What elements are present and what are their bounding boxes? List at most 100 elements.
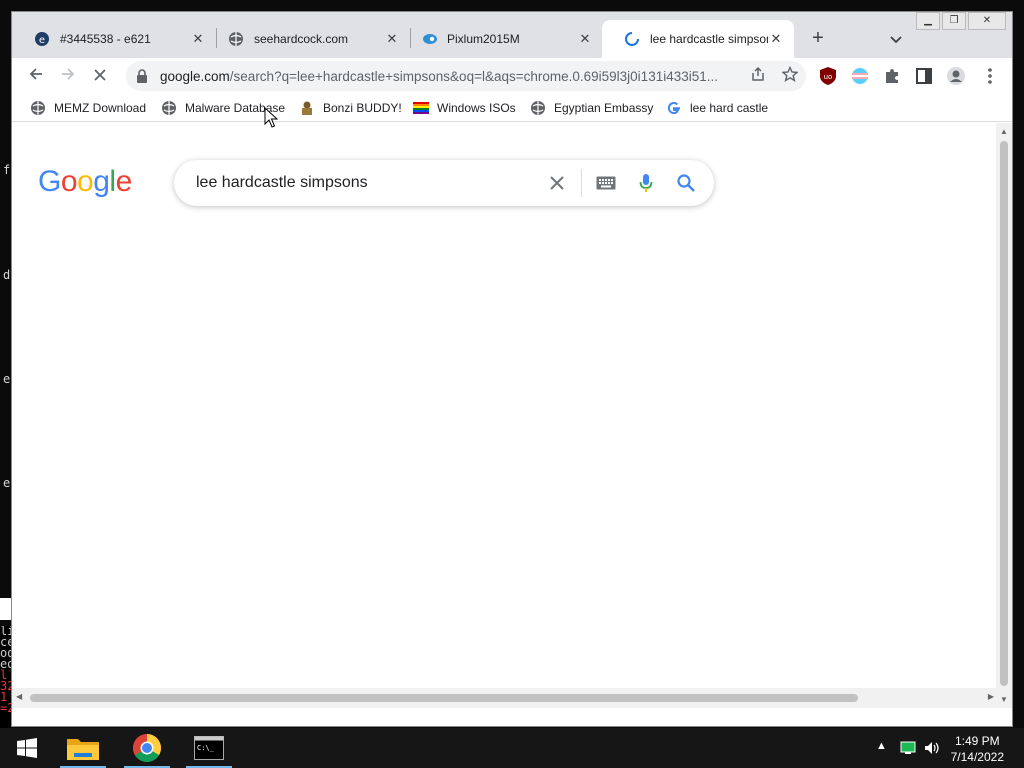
globe-icon [162, 101, 176, 115]
tab-title: Pixlum2015M [447, 32, 520, 46]
tab-close-icon[interactable]: ✕ [577, 31, 593, 47]
share-button[interactable] [742, 66, 774, 86]
search-box[interactable]: lee hardcastle simpsons [174, 160, 714, 206]
horizontal-scroll-thumb[interactable] [30, 694, 858, 702]
search-divider [581, 169, 582, 197]
side-panel-icon[interactable] [914, 66, 934, 86]
search-icon [677, 174, 695, 192]
show-hidden-icons-icon[interactable]: ▲ [876, 740, 887, 752]
share-icon [752, 66, 764, 81]
forward-button[interactable] [54, 62, 82, 90]
scroll-left-arrow-icon[interactable]: ◀ [16, 692, 22, 701]
tab-title: lee hardcastle simpsons [650, 32, 768, 46]
chrome-window: e #3445538 - e621 ✕ seehardcock.com ✕ Pi… [11, 11, 1013, 727]
svg-text:uo: uo [824, 73, 833, 81]
tab-title: #3445538 - e621 [60, 32, 151, 46]
taskbar-chrome[interactable] [120, 728, 174, 768]
new-tab-button[interactable]: + [804, 25, 832, 53]
windows-logo-icon [17, 738, 37, 758]
tab-search-button[interactable] [882, 25, 910, 53]
scroll-down-arrow-icon[interactable]: ▼ [996, 695, 1012, 704]
vertical-scroll-thumb[interactable] [1000, 141, 1008, 686]
globe-icon [229, 32, 243, 46]
e621-favicon-icon: e [35, 32, 49, 46]
rainbow-flag-icon [413, 102, 429, 114]
stop-loading-button[interactable] [86, 62, 114, 90]
desktop-text-fragment: f [3, 163, 11, 177]
clock-time: 1:49 PM [954, 734, 1000, 748]
globe-icon [531, 101, 545, 115]
desktop-text-fragment: e [3, 476, 11, 490]
scroll-right-arrow-icon[interactable]: ▶ [988, 692, 994, 701]
tab-google-search[interactable]: lee hardcastle simpsons ✕ [602, 20, 794, 58]
taskbar-command-prompt[interactable]: C:\_ [182, 728, 236, 768]
taskbar: C:\_ ▲ 1:49 PM 7/14/2022 [0, 728, 1024, 768]
tab-pixlum[interactable]: Pixlum2015M ✕ [399, 20, 603, 58]
ublock-origin-icon[interactable]: uo [818, 66, 838, 86]
tab-e621[interactable]: e #3445538 - e621 ✕ [12, 20, 216, 58]
system-clock[interactable]: 1:49 PM 7/14/2022 [951, 733, 1004, 765]
bookmark-star-button[interactable] [774, 65, 806, 86]
bookmark-windows-isos[interactable]: Windows ISOs [413, 98, 516, 118]
globe-icon [31, 101, 45, 115]
trans-flag-extension-icon[interactable] [850, 66, 870, 86]
page-content: Google lee hardcastle simpsons ◀ ▶ [12, 123, 998, 708]
google-logo[interactable]: Google [38, 165, 132, 199]
loading-spinner-icon [625, 32, 639, 46]
scroll-up-arrow-icon[interactable]: ▲ [996, 127, 1012, 136]
tab-close-icon[interactable]: ✕ [768, 31, 784, 47]
network-icon[interactable] [900, 741, 916, 755]
back-button[interactable] [22, 62, 50, 90]
tab-seehardcock[interactable]: seehardcock.com ✕ [206, 20, 410, 58]
tab-close-icon[interactable]: ✕ [384, 31, 400, 47]
search-input[interactable]: lee hardcastle simpsons [196, 174, 537, 192]
taskbar-file-explorer[interactable] [56, 728, 110, 768]
address-bar[interactable]: google.com/search?q=lee+hardcastle+simps… [126, 61, 806, 91]
chevron-down-icon [890, 36, 902, 44]
vertical-scrollbar[interactable]: ▲ ▼ [996, 123, 1012, 708]
bookmark-egyptian-embassy[interactable]: Egyptian Embassy [530, 98, 653, 118]
voice-search-button[interactable] [626, 163, 666, 203]
search-submit-button[interactable] [666, 163, 706, 203]
close-window-button[interactable]: ✕ [968, 12, 1006, 30]
bookmark-memz[interactable]: MEMZ Download [30, 98, 146, 118]
arrow-right-icon [62, 68, 75, 80]
command-prompt-icon: C:\_ [194, 736, 224, 760]
profile-avatar-icon[interactable] [946, 66, 966, 86]
bookmark-bonzi-buddy[interactable]: Bonzi BUDDY! [299, 98, 402, 118]
start-button[interactable] [0, 728, 54, 768]
lock-icon [137, 69, 147, 83]
tab-title: seehardcock.com [254, 32, 349, 46]
background-window-fragment [0, 598, 11, 620]
bookmarks-bar: MEMZ Download Malware Database Bonzi BUD… [12, 94, 1012, 122]
svg-text:e: e [39, 35, 45, 46]
arrow-left-icon [29, 68, 42, 80]
url-text: google.com/search?q=lee+hardcastle+simps… [160, 68, 718, 84]
desktop-text-fragment: d [3, 268, 11, 282]
kebab-menu-icon[interactable] [980, 66, 1000, 86]
horizontal-scrollbar[interactable]: ◀ ▶ [12, 688, 998, 708]
tab-close-icon[interactable]: ✕ [190, 31, 206, 47]
microphone-icon [639, 174, 653, 192]
svg-text:C:\_: C:\_ [197, 744, 215, 752]
desktop-text-fragment: e [3, 372, 11, 386]
star-icon [781, 65, 799, 82]
volume-icon[interactable] [924, 741, 942, 755]
bookmark-lee-hard-castle[interactable]: lee hard castle [666, 98, 768, 118]
close-icon [94, 69, 106, 81]
maximize-button[interactable]: ❐ [942, 12, 966, 30]
bonzi-favicon-icon [302, 101, 312, 115]
clear-search-button[interactable] [537, 163, 577, 203]
toolbar: google.com/search?q=lee+hardcastle+simps… [12, 58, 1012, 94]
mouse-cursor-icon [264, 107, 278, 128]
tab-strip: e #3445538 - e621 ✕ seehardcock.com ✕ Pi… [12, 12, 1012, 58]
clock-date: 7/14/2022 [950, 750, 1004, 764]
virtual-keyboard-button[interactable] [586, 163, 626, 203]
folder-icon [67, 739, 99, 760]
minimize-button[interactable]: ▁ [916, 12, 940, 30]
pixlum-favicon-icon [423, 34, 437, 44]
puzzle-icon[interactable] [882, 66, 902, 86]
chrome-icon [133, 734, 161, 762]
keyboard-icon [596, 176, 616, 190]
close-icon [550, 176, 564, 190]
